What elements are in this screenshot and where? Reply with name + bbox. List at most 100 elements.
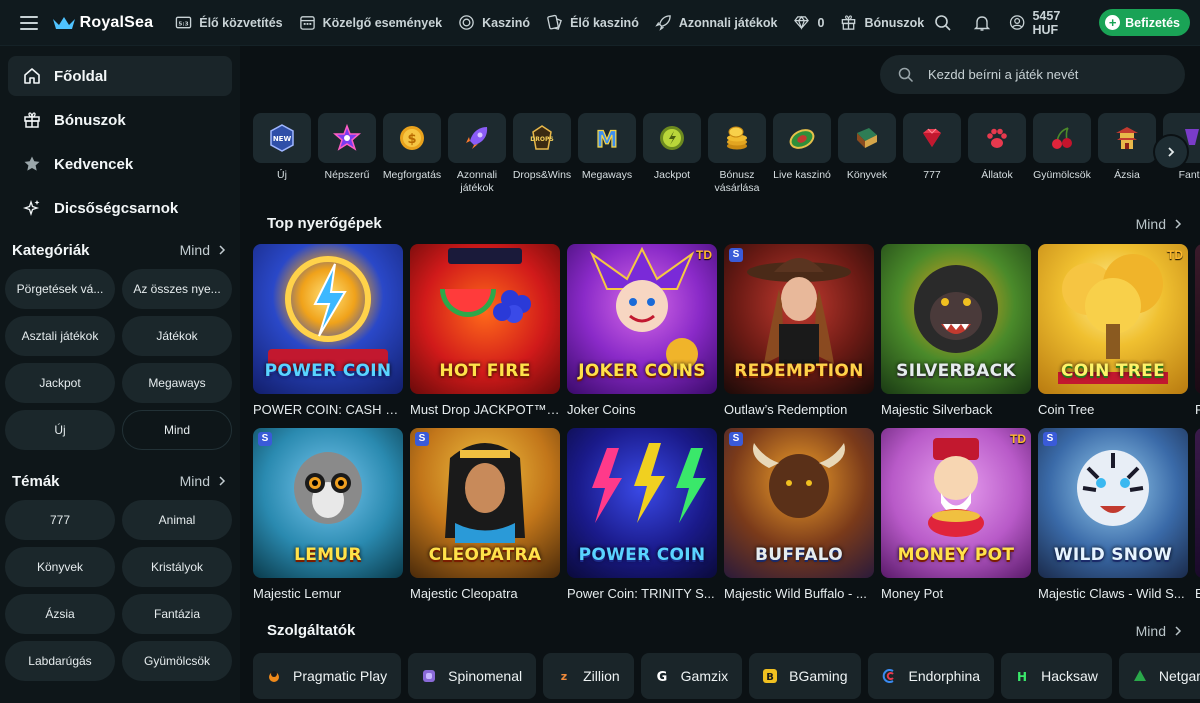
provider-card[interactable]: B BGaming bbox=[749, 653, 862, 699]
category-fruits[interactable]: Gyümölcsök bbox=[1033, 113, 1091, 195]
nav-bonuses[interactable]: Bónuszok bbox=[840, 14, 924, 31]
spinomenal-logo-icon bbox=[423, 670, 436, 682]
game-title: POWER COIN: CASH UP bbox=[253, 402, 403, 417]
category-chip[interactable]: Az összes nye... bbox=[122, 269, 232, 309]
theme-chip[interactable]: Animal bbox=[122, 500, 232, 540]
themes-chips: 777 Animal Könyvek Kristályok Ázsia Fant… bbox=[0, 494, 240, 681]
nav-live-stream[interactable]: 5:3 Élő közvetítés bbox=[175, 14, 283, 31]
paw-icon bbox=[987, 128, 1007, 148]
category-chip-all[interactable]: Mind bbox=[122, 410, 232, 450]
game-title: Majestic Wild Buffalo - ... bbox=[724, 586, 867, 601]
category-new[interactable]: NEW Új bbox=[253, 113, 311, 195]
category-chip[interactable]: Megaways bbox=[122, 363, 232, 403]
category-jackpot[interactable]: Jackpot bbox=[643, 113, 701, 195]
sidebar-item-bonuses[interactable]: Bónuszok bbox=[8, 100, 232, 140]
category-777[interactable]: 777 bbox=[903, 113, 961, 195]
provider-card[interactable]: G Gamzix bbox=[640, 653, 743, 699]
casino-chip-icon bbox=[459, 15, 474, 30]
nav-live-casino[interactable]: Élő kaszinó bbox=[546, 14, 639, 31]
category-chip[interactable]: Asztali játékok bbox=[5, 316, 115, 356]
provider-card[interactable]: Endorphina bbox=[868, 653, 995, 699]
account-balance[interactable]: 5457 HUF bbox=[1009, 9, 1087, 37]
game-art-title: MONEY POT bbox=[897, 545, 1015, 565]
search-input[interactable] bbox=[928, 67, 1158, 82]
top-games-more-link[interactable]: Mind bbox=[1136, 216, 1182, 232]
hacksaw-logo-icon: H bbox=[1017, 670, 1027, 683]
category-spins[interactable]: $ Megforgatás bbox=[383, 113, 441, 195]
category-asia[interactable]: Ázsia bbox=[1098, 113, 1156, 195]
brand-logo[interactable]: RoyalSea bbox=[52, 14, 154, 32]
themes-more-link[interactable]: Mind bbox=[180, 473, 226, 489]
game-card[interactable]: TD COIN TREE Coin Tree bbox=[1038, 244, 1188, 417]
deposit-button[interactable]: + Befizetés bbox=[1099, 9, 1190, 36]
nav-casino[interactable]: Kaszinó bbox=[458, 14, 530, 31]
category-chip[interactable]: Játékok bbox=[122, 316, 232, 356]
game-card[interactable]: S CLEOPATRA Majestic Cleopatra bbox=[410, 428, 560, 601]
game-card[interactable]: S LEMUR Majestic Lemur bbox=[253, 428, 403, 601]
category-popular[interactable]: Népszerű bbox=[318, 113, 376, 195]
user-icon bbox=[1010, 15, 1025, 30]
cherry-icon bbox=[1052, 127, 1072, 149]
category-books[interactable]: Könyvek bbox=[838, 113, 896, 195]
theme-chip[interactable]: Gyümölcsök bbox=[122, 641, 232, 681]
nav-label: Bónuszok bbox=[864, 15, 925, 30]
notifications-button[interactable] bbox=[963, 3, 1002, 43]
theme-chip[interactable]: Kristályok bbox=[122, 547, 232, 587]
game-card[interactable]: POWER COIN Power Coin: TRINITY S... bbox=[567, 428, 717, 601]
sidebar-item-favorites[interactable]: Kedvencek bbox=[8, 144, 232, 184]
theme-chip[interactable]: Ázsia bbox=[5, 594, 115, 634]
coin-stack-icon bbox=[727, 126, 747, 150]
nav-label: 0 bbox=[817, 15, 825, 30]
categories-more-link[interactable]: Mind bbox=[180, 242, 226, 258]
game-card[interactable]: S BUFFALO Majestic Wild Buffalo - ... bbox=[724, 428, 874, 601]
menu-icon[interactable] bbox=[20, 15, 38, 30]
category-instant[interactable]: Azonnali játékok bbox=[448, 113, 506, 195]
category-strip: NEW Új Népszerű $ Megforgatás Azonnali j… bbox=[253, 113, 1200, 195]
provider-card[interactable]: z Zillion bbox=[543, 653, 634, 699]
main-content: NEW Új Népszerű $ Megforgatás Azonnali j… bbox=[240, 46, 1200, 703]
category-strip-next-button[interactable] bbox=[1155, 136, 1187, 168]
category-chip[interactable]: Pörgetések vá... bbox=[5, 269, 115, 309]
theme-chip[interactable]: Fantázia bbox=[122, 594, 232, 634]
search-button[interactable] bbox=[924, 3, 963, 43]
category-megaways[interactable]: M Megaways bbox=[578, 113, 636, 195]
sidebar-item-hall-of-fame[interactable]: Dicsőségcsarnok bbox=[8, 188, 232, 228]
game-card[interactable]: S REDEMPTION Outlaw’s Redemption bbox=[724, 244, 874, 417]
deposit-label: Befizetés bbox=[1125, 15, 1180, 30]
providers-more-link[interactable]: Mind bbox=[1136, 623, 1182, 639]
gift-icon bbox=[842, 15, 856, 30]
category-drops-wins[interactable]: DROPS Drops&Wins bbox=[513, 113, 571, 195]
game-card[interactable]: F bbox=[1195, 244, 1200, 417]
provider-card[interactable]: Netgam bbox=[1118, 653, 1200, 699]
nav-upcoming[interactable]: Közelgő események bbox=[299, 14, 442, 31]
theme-chip[interactable]: Labdarúgás bbox=[5, 641, 115, 681]
category-animals[interactable]: Állatok bbox=[968, 113, 1026, 195]
top-right-actions: 5457 HUF + Befizetés bbox=[924, 3, 1200, 43]
game-search[interactable] bbox=[880, 55, 1185, 94]
game-card[interactable]: TD MONEY POT Money Pot bbox=[881, 428, 1031, 601]
theme-chip[interactable]: Könyvek bbox=[5, 547, 115, 587]
game-card[interactable]: HOT FIRE Must Drop JACKPOT™ ... bbox=[410, 244, 560, 417]
category-label: Könyvek bbox=[846, 169, 888, 181]
game-title: Majestic Lemur bbox=[253, 586, 342, 601]
sidebar-item-home[interactable]: Főoldal bbox=[8, 56, 232, 96]
game-title: Must Drop JACKPOT™ ... bbox=[410, 402, 560, 417]
game-card[interactable]: TD JOKER COINS Joker Coins bbox=[567, 244, 717, 417]
category-chip[interactable]: Új bbox=[5, 410, 115, 450]
nav-diamonds[interactable]: 0 bbox=[793, 14, 824, 31]
provider-badge: S bbox=[1043, 432, 1057, 446]
theme-chip[interactable]: 777 bbox=[5, 500, 115, 540]
provider-card[interactable]: Spinomenal bbox=[408, 653, 537, 699]
provider-card[interactable]: H Hacksaw bbox=[1001, 653, 1112, 699]
game-card[interactable]: POWER COIN POWER COIN: CASH UP bbox=[253, 244, 403, 417]
category-chip[interactable]: Jackpot bbox=[5, 363, 115, 403]
nav-instant-games[interactable]: Azonnali játékok bbox=[655, 14, 777, 31]
category-live-casino[interactable]: Live kaszinó bbox=[773, 113, 831, 195]
game-card[interactable]: E bbox=[1195, 428, 1200, 601]
game-card[interactable]: S WILD SNOW Majestic Claws - Wild S... bbox=[1038, 428, 1188, 601]
game-card[interactable]: SILVERBACK Majestic Silverback bbox=[881, 244, 1031, 417]
category-bonus-buy[interactable]: Bónusz vásárlása bbox=[708, 113, 766, 195]
provider-card[interactable]: Pragmatic Play bbox=[253, 653, 402, 699]
game-title: Joker Coins bbox=[567, 402, 636, 417]
category-label: 777 bbox=[923, 169, 941, 181]
